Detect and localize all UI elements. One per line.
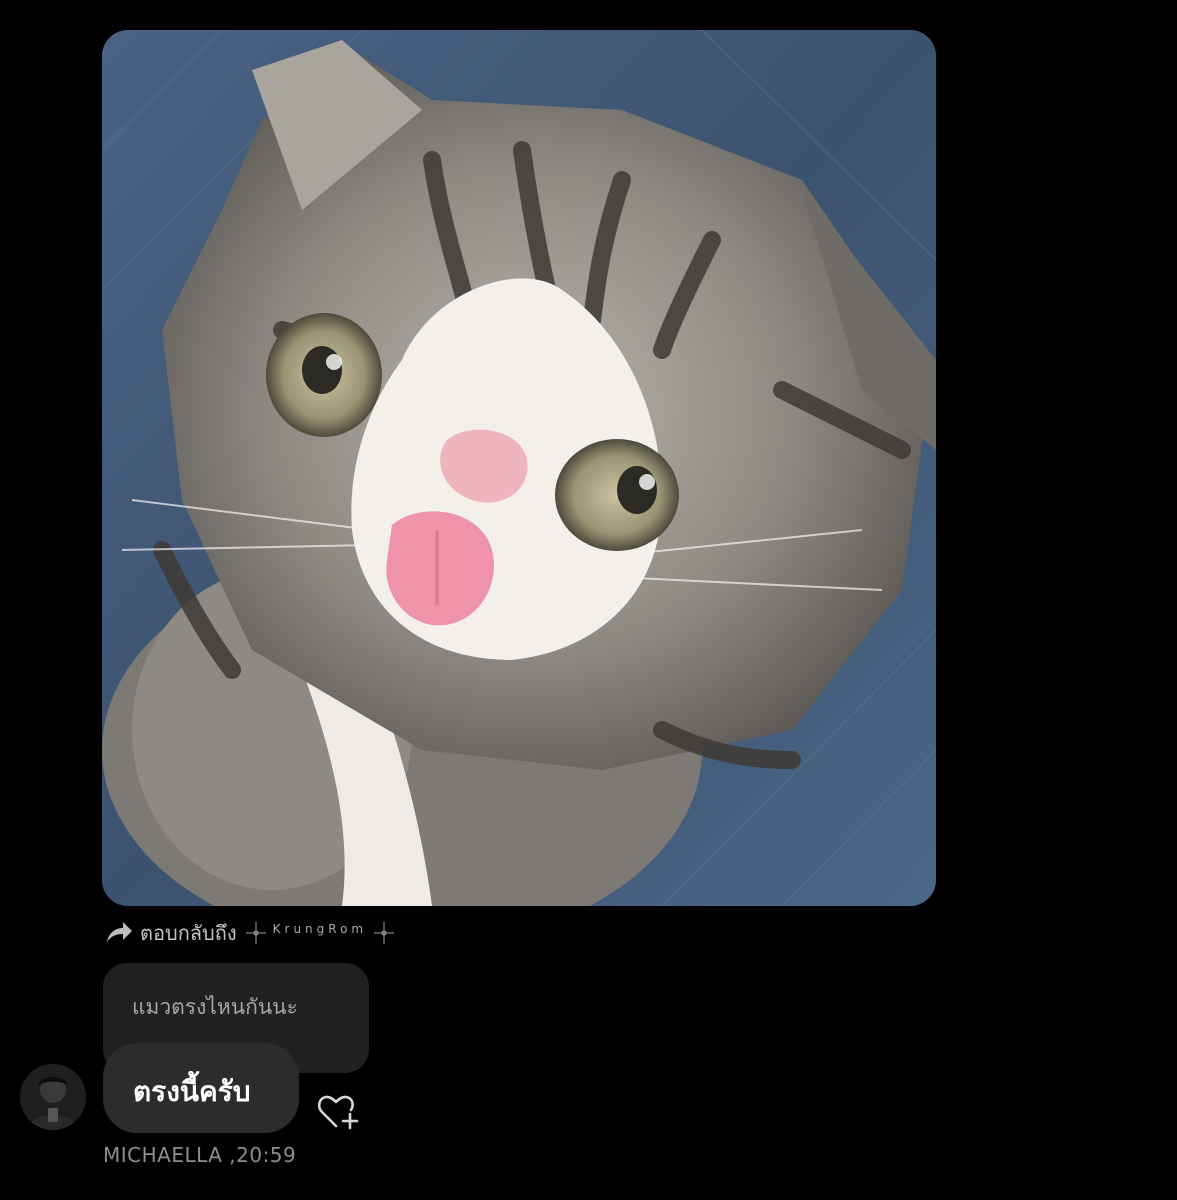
reply-arrow-icon bbox=[107, 922, 132, 942]
avatar-image bbox=[20, 1064, 86, 1130]
message-bubble[interactable]: ตรงนี้ครับ bbox=[103, 1043, 299, 1133]
reply-target-text: KrungRom bbox=[272, 922, 368, 936]
chat-screen: ตอบกลับถึง KrungRom แมวตรงไหนกันนะ ตรงนี… bbox=[0, 0, 1177, 1200]
sender-name: MICHAELLA bbox=[103, 1143, 223, 1167]
heart-plus-icon[interactable] bbox=[316, 1092, 360, 1132]
ornament-icon bbox=[245, 922, 266, 944]
timestamp: ,20:59 bbox=[222, 1143, 297, 1167]
message-meta: MICHAELLA ,20:59 bbox=[103, 1143, 296, 1167]
avatar[interactable] bbox=[20, 1064, 86, 1130]
kitten-photo-image bbox=[102, 30, 936, 906]
message-text: ตรงนี้ครับ bbox=[133, 1075, 251, 1108]
reply-indicator: ตอบกลับถึง KrungRom bbox=[104, 916, 395, 950]
reply-label: ตอบกลับถึง bbox=[140, 921, 237, 945]
ornament-icon bbox=[374, 922, 395, 944]
shared-kitten-photo[interactable] bbox=[102, 30, 936, 906]
quoted-message-text: แมวตรงไหนกันนะ bbox=[132, 995, 298, 1019]
reply-target-name: KrungRom bbox=[245, 920, 395, 946]
